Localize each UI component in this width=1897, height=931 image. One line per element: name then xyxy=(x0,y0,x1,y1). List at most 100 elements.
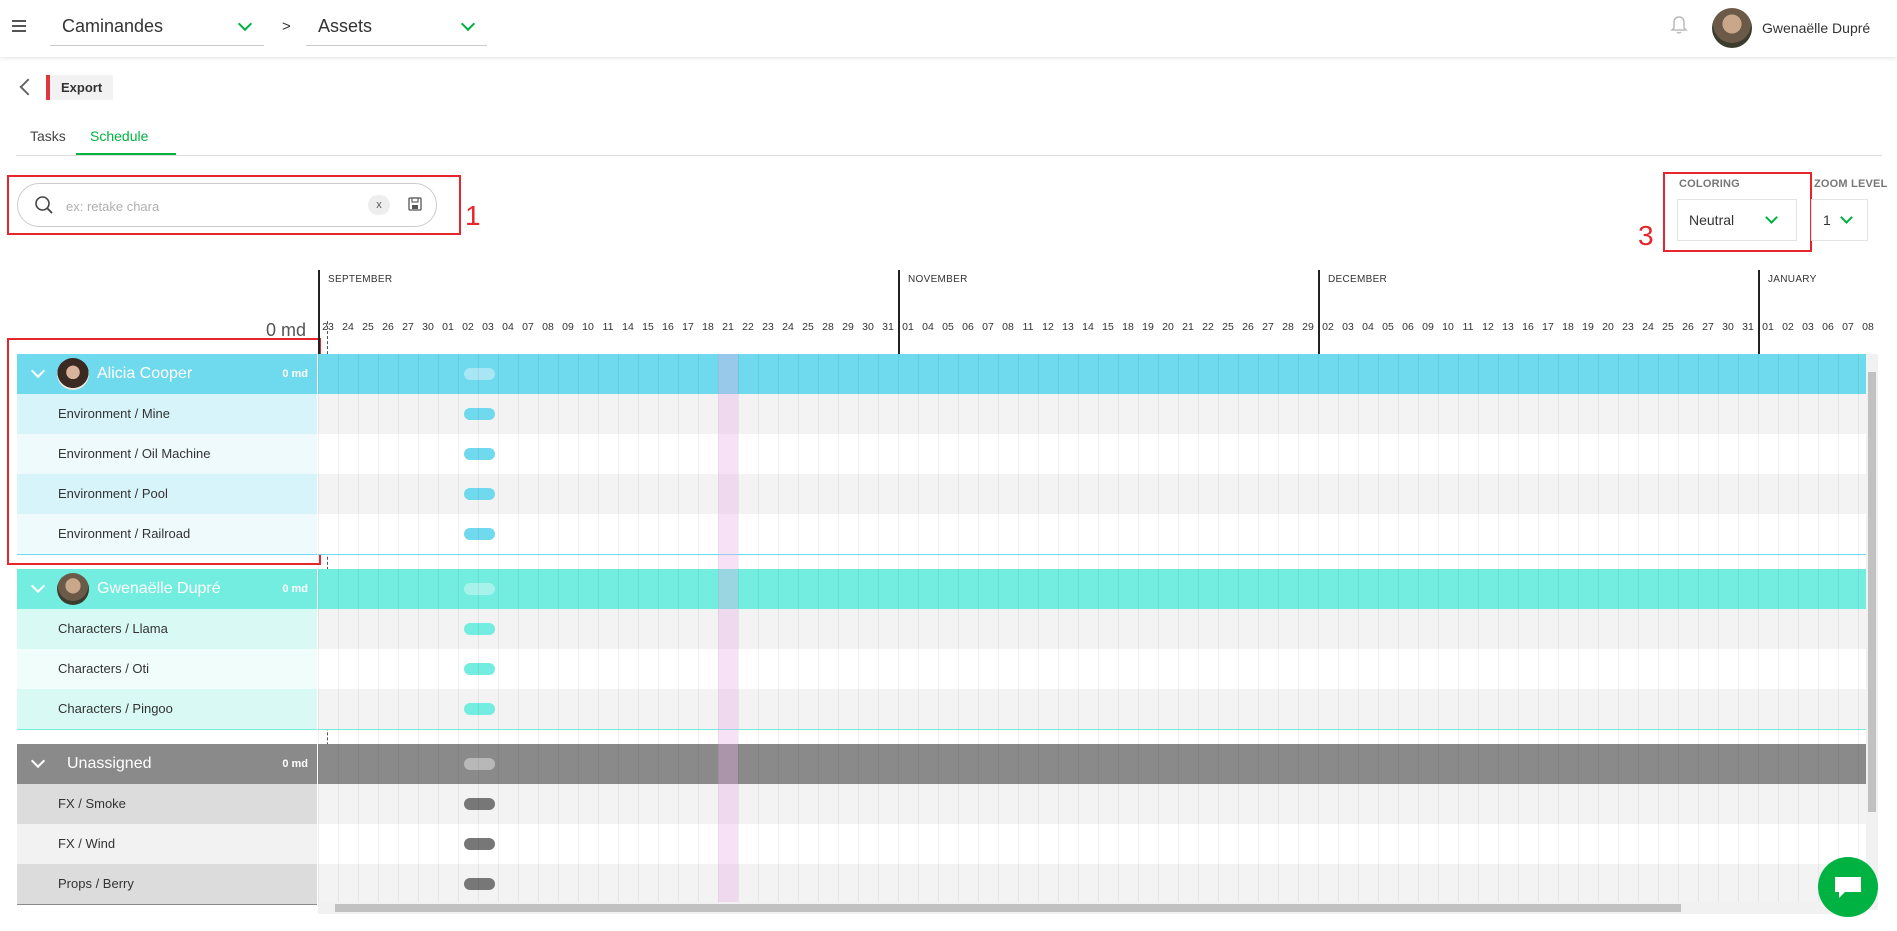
month-label: DECEMBER xyxy=(1318,270,1758,354)
day-label: 01 xyxy=(902,321,914,333)
grid-group-row xyxy=(318,569,1866,609)
day-labels: 23 24 25 26 27 30 01 02 03 04 07 08 09 10 11 14 15 16 17 18… xyxy=(318,321,1878,335)
day-label: 20 xyxy=(1162,321,1174,333)
day-label: 24 xyxy=(342,321,354,333)
day-label: 03 xyxy=(1802,321,1814,333)
day-label: 11 xyxy=(602,321,614,333)
total-man-days: 0 md xyxy=(266,320,307,340)
coloring-select[interactable]: Neutral xyxy=(1677,199,1797,241)
back-arrow-icon[interactable] xyxy=(19,78,37,96)
group-name: Alicia Cooper xyxy=(97,365,193,382)
chevron-down-icon[interactable] xyxy=(30,578,46,594)
day-label: 27 xyxy=(1702,321,1714,333)
chevron-down-icon xyxy=(237,16,253,32)
grid-task-row xyxy=(318,824,1866,864)
day-label: 23 xyxy=(1622,321,1634,333)
chevron-down-icon[interactable] xyxy=(30,363,46,379)
group-header[interactable]: Unassigned 0 md xyxy=(17,744,317,784)
day-label: 19 xyxy=(1142,321,1154,333)
user-name[interactable]: Gwenaëlle Dupré xyxy=(1762,20,1870,36)
task-bar[interactable] xyxy=(464,368,495,380)
day-label: 23 xyxy=(322,321,334,333)
task-bar[interactable] xyxy=(464,838,495,850)
list-item[interactable]: FX / Smoke xyxy=(17,784,317,824)
day-label: 27 xyxy=(1262,321,1274,333)
list-item[interactable]: Characters / Oti xyxy=(17,649,317,689)
month-label: NOVEMBER xyxy=(898,270,1318,354)
month-label: SEPTEMBER xyxy=(318,270,898,354)
task-bar[interactable] xyxy=(464,583,495,595)
day-label: 05 xyxy=(1382,321,1394,333)
month-label: JANUARY xyxy=(1758,270,1866,354)
task-bar[interactable] xyxy=(464,448,495,460)
group-man-days: 0 md xyxy=(282,368,308,380)
day-label: 04 xyxy=(922,321,934,333)
vertical-scrollbar[interactable] xyxy=(1866,354,1878,910)
list-item[interactable]: FX / Wind xyxy=(17,824,317,864)
tab-bar: Tasks Schedule xyxy=(16,118,1882,156)
task-bar[interactable] xyxy=(464,408,495,420)
bell-icon[interactable] xyxy=(1670,15,1688,35)
export-button[interactable]: Export xyxy=(46,75,114,100)
chat-button[interactable] xyxy=(1818,857,1878,917)
list-item[interactable]: Characters / Pingoo xyxy=(17,689,317,729)
list-item[interactable]: Environment / Railroad xyxy=(17,514,317,554)
annotation-number-3: 3 xyxy=(1638,220,1654,251)
group-man-days: 0 md xyxy=(282,583,308,595)
day-label: 20 xyxy=(1602,321,1614,333)
group-divider xyxy=(17,904,317,905)
production-selector[interactable]: Caminandes xyxy=(50,9,264,46)
task-bar[interactable] xyxy=(464,488,495,500)
tab-schedule[interactable]: Schedule xyxy=(90,128,148,144)
day-label: 31 xyxy=(1742,321,1754,333)
annotation-box-1 xyxy=(7,175,461,235)
day-label: 04 xyxy=(1362,321,1374,333)
day-label: 06 xyxy=(1402,321,1414,333)
task-bar[interactable] xyxy=(464,798,495,810)
task-bar[interactable] xyxy=(464,663,495,675)
list-item[interactable]: Props / Berry xyxy=(17,864,317,904)
day-label: 02 xyxy=(1782,321,1794,333)
task-bar[interactable] xyxy=(464,528,495,540)
task-bar[interactable] xyxy=(464,878,495,890)
day-label: 24 xyxy=(782,321,794,333)
task-bar[interactable] xyxy=(464,623,495,635)
user-avatar[interactable] xyxy=(1712,8,1752,48)
task-bar[interactable] xyxy=(464,703,495,715)
task-name: Characters / Pingoo xyxy=(58,701,173,716)
task-name: Props / Berry xyxy=(58,876,134,891)
production-name: Caminandes xyxy=(62,16,164,36)
list-item[interactable]: Environment / Pool xyxy=(17,474,317,514)
day-label: 18 xyxy=(702,321,714,333)
day-label: 25 xyxy=(802,321,814,333)
grid-task-row xyxy=(318,784,1866,824)
group-name: Gwenaëlle Dupré xyxy=(97,580,221,597)
day-label: 11 xyxy=(1462,321,1474,333)
group-divider xyxy=(318,554,1866,555)
group-header[interactable]: Gwenaëlle Dupré 0 md xyxy=(17,569,317,609)
chevron-down-icon[interactable] xyxy=(30,753,46,769)
task-bar[interactable] xyxy=(464,758,495,770)
group-header[interactable]: Alicia Cooper 0 md xyxy=(17,354,317,394)
grid-task-row xyxy=(318,474,1866,514)
section-selector[interactable]: Assets xyxy=(306,9,487,46)
list-item[interactable]: Characters / Llama xyxy=(17,609,317,649)
horizontal-scrollbar[interactable] xyxy=(318,902,1866,914)
grid-task-row xyxy=(318,609,1866,649)
chevron-down-icon xyxy=(1765,211,1778,224)
zoom-level-select[interactable]: 1 xyxy=(1811,199,1868,241)
list-item[interactable]: Environment / Oil Machine xyxy=(17,434,317,474)
chevron-down-icon xyxy=(1840,211,1853,224)
menu-icon[interactable] xyxy=(12,20,26,32)
group-divider xyxy=(17,554,317,555)
task-name: Environment / Railroad xyxy=(58,526,191,541)
day-label: 24 xyxy=(1642,321,1654,333)
task-name: Environment / Pool xyxy=(58,486,168,501)
day-label: 02 xyxy=(1322,321,1334,333)
chat-icon xyxy=(1835,877,1861,898)
day-label: 03 xyxy=(482,321,494,333)
day-label: 14 xyxy=(1082,321,1094,333)
list-item[interactable]: Environment / Mine xyxy=(17,394,317,434)
grid-task-row xyxy=(318,689,1866,729)
tab-tasks[interactable]: Tasks xyxy=(30,128,66,144)
